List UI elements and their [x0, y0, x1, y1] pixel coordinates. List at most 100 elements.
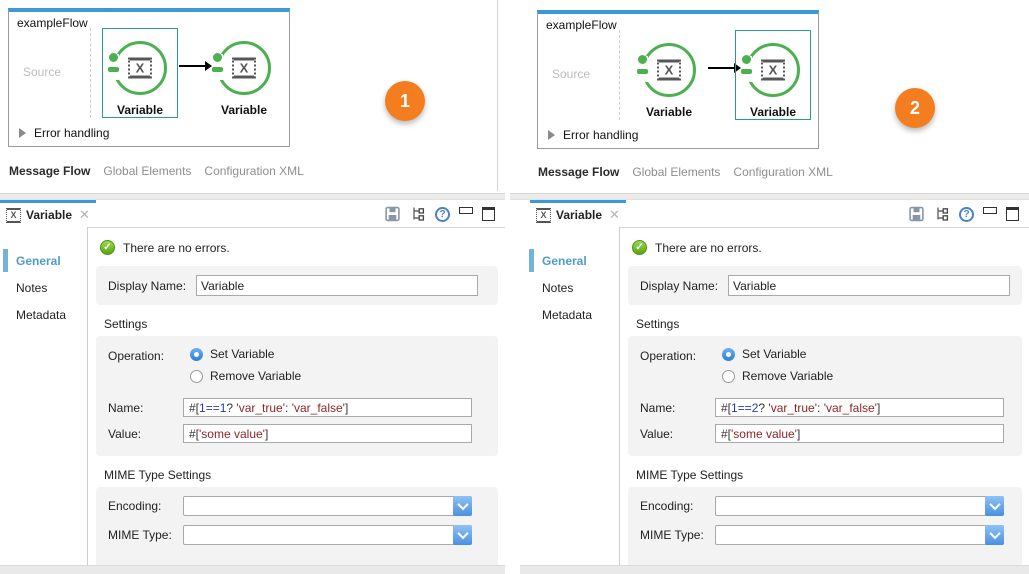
expand-triangle-icon [548, 130, 555, 140]
help-icon[interactable]: ? [435, 207, 450, 222]
inbound-port-dash-icon [212, 67, 223, 72]
set-variable-icon: X [113, 41, 167, 95]
variable-x-glyph: X [657, 60, 681, 81]
inbound-port-dash-icon [108, 67, 119, 72]
source-separator [90, 28, 91, 118]
chevron-down-icon[interactable] [453, 496, 472, 516]
pin-tree-icon[interactable] [934, 206, 950, 222]
value-expression-input[interactable]: #['some value'] [715, 424, 1004, 443]
value-label: Value: [640, 427, 715, 441]
radio-set-variable[interactable]: Set Variable [722, 347, 833, 361]
minimize-icon[interactable] [983, 207, 997, 214]
radio-unselected-icon[interactable] [190, 370, 203, 383]
source-drop-zone-label: Source [552, 67, 590, 81]
properties-form: ✓ There are no errors. Display Name: Set… [88, 227, 505, 565]
sidebar-item-notes[interactable]: Notes [510, 274, 619, 301]
inbound-port-icon [109, 53, 118, 62]
properties-toolbar: ? [384, 204, 495, 224]
view-sash[interactable] [510, 193, 1029, 200]
sidebar-item-metadata[interactable]: Metadata [510, 301, 619, 328]
value-row: Value: #['some value'] [640, 424, 1010, 443]
value-expression-input[interactable]: #['some value'] [183, 424, 472, 443]
variable-x-glyph: X [761, 60, 785, 81]
operation-radio-group: Set Variable Remove Variable [190, 347, 301, 391]
mime-type-select[interactable] [715, 525, 1004, 545]
chevron-down-icon[interactable] [985, 525, 1004, 545]
tab-message-flow[interactable]: Message Flow [538, 165, 619, 179]
chevron-down-icon[interactable] [453, 525, 472, 545]
save-icon[interactable] [384, 206, 401, 222]
set-variable-icon: X [217, 41, 271, 95]
name-expression-input[interactable]: #[1==1? 'var_true': 'var_false'] [183, 398, 472, 417]
display-name-input[interactable] [728, 275, 1010, 296]
properties-tab-label: Variable [556, 208, 602, 222]
name-row: Name: #[1==2? 'var_true': 'var_false'] [640, 398, 1010, 417]
radio-remove-variable[interactable]: Remove Variable [722, 369, 833, 383]
error-handling-toggle[interactable]: Error handling [19, 126, 109, 140]
flow-step-variable-1[interactable]: X Variable [102, 28, 178, 118]
settings-group: Operation: Set Variable Remove Variable [628, 336, 1022, 456]
status-message: There are no errors. [123, 241, 230, 255]
maximize-icon[interactable] [1006, 207, 1019, 221]
status-row: ✓ There are no errors. [632, 240, 1022, 255]
radio-selected-icon[interactable] [190, 348, 203, 361]
encoding-row: Encoding: [108, 496, 486, 516]
inbound-port-dash-icon [637, 69, 648, 74]
help-icon[interactable]: ? [959, 207, 974, 222]
flow-step-variable-1[interactable]: X Variable [631, 30, 707, 120]
variable-tab-icon: X [536, 208, 551, 223]
display-name-input[interactable] [196, 275, 478, 296]
flow-step-variable-2[interactable]: X Variable [206, 28, 282, 118]
error-handling-toggle[interactable]: Error handling [548, 128, 638, 142]
radio-unselected-icon[interactable] [722, 370, 735, 383]
tab-message-flow[interactable]: Message Flow [9, 164, 90, 178]
value-row: Value: #['some value'] [108, 424, 486, 443]
properties-header: X Variable ✕ ? [510, 200, 1029, 227]
flow-step-variable-2[interactable]: X Variable [735, 30, 811, 120]
maximize-icon[interactable] [482, 207, 495, 221]
mime-group: Encoding: MIME Type: [96, 487, 498, 565]
editor-tab-bar: Message Flow Global Elements Configurati… [9, 164, 304, 178]
operation-row: Operation: Set Variable Remove Variable [640, 347, 1010, 391]
tab-configuration-xml[interactable]: Configuration XML [204, 164, 303, 178]
flow-title: exampleFlow [546, 18, 617, 32]
display-name-label: Display Name: [108, 279, 196, 293]
sidebar-item-general[interactable]: General [0, 247, 87, 274]
tab-configuration-xml[interactable]: Configuration XML [733, 165, 832, 179]
encoding-label: Encoding: [640, 499, 715, 513]
name-expression-input[interactable]: #[1==2? 'var_true': 'var_false'] [715, 398, 1004, 417]
status-message: There are no errors. [655, 241, 762, 255]
minimize-icon[interactable] [459, 207, 473, 214]
radio-remove-variable[interactable]: Remove Variable [190, 369, 301, 383]
view-sash[interactable] [0, 193, 505, 200]
properties-body: General Notes Metadata ✓ There are no er… [0, 227, 505, 565]
radio-selected-icon[interactable] [722, 348, 735, 361]
encoding-row: Encoding: [640, 496, 1010, 516]
save-icon[interactable] [908, 206, 925, 222]
properties-sidebar: General Notes Metadata [0, 227, 88, 565]
pin-tree-icon[interactable] [410, 206, 426, 222]
encoding-select[interactable] [715, 496, 1004, 516]
sidebar-item-metadata[interactable]: Metadata [0, 301, 87, 328]
sidebar-item-notes[interactable]: Notes [0, 274, 87, 301]
status-row: ✓ There are no errors. [100, 240, 498, 255]
properties-tab-variable[interactable]: X Variable ✕ [530, 200, 626, 227]
radio-set-variable-label: Set Variable [742, 347, 806, 361]
properties-view: X Variable ✕ ? Gen [0, 193, 505, 565]
tab-global-elements[interactable]: Global Elements [632, 165, 720, 179]
expand-triangle-icon [19, 128, 26, 138]
success-check-icon: ✓ [100, 240, 115, 255]
close-icon[interactable]: ✕ [79, 207, 90, 223]
radio-set-variable[interactable]: Set Variable [190, 347, 301, 361]
chevron-down-icon[interactable] [985, 496, 1004, 516]
encoding-select[interactable] [183, 496, 472, 516]
panel-divider [497, 0, 498, 191]
step-label: Variable [103, 103, 177, 117]
properties-tab-variable[interactable]: X Variable ✕ [0, 200, 96, 227]
flow-connector-arrow [708, 67, 735, 69]
close-icon[interactable]: ✕ [609, 207, 620, 223]
mime-type-select[interactable] [183, 525, 472, 545]
tab-global-elements[interactable]: Global Elements [103, 164, 191, 178]
error-handling-label: Error handling [563, 128, 638, 142]
sidebar-item-general[interactable]: General [510, 247, 619, 274]
